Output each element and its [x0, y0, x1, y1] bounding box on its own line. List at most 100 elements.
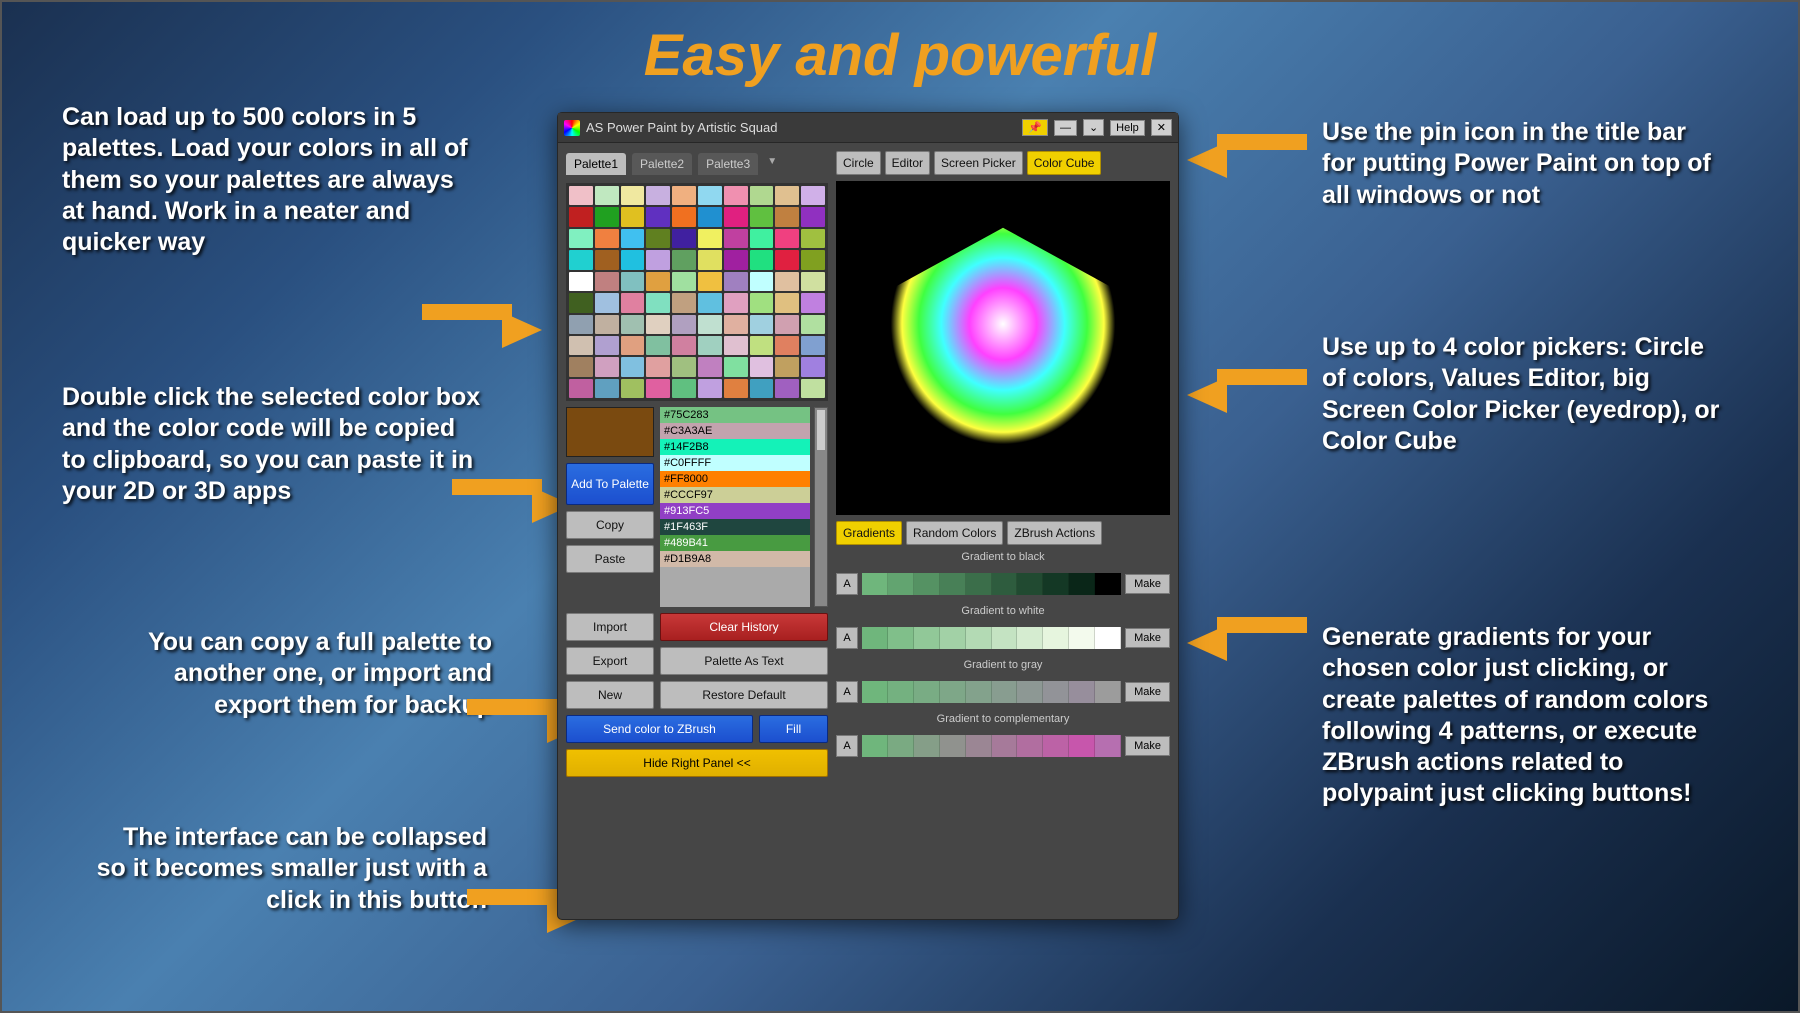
history-item[interactable]: #CCCF97 — [660, 487, 810, 503]
palette-swatch[interactable] — [698, 186, 722, 205]
hide-panel-button[interactable]: Hide Right Panel << — [566, 749, 828, 777]
picker-tab-editor[interactable]: Editor — [885, 151, 930, 175]
palette-swatch[interactable] — [621, 186, 645, 205]
palette-swatch[interactable] — [750, 272, 774, 291]
history-item[interactable]: #C0FFFF — [660, 455, 810, 471]
palette-swatch[interactable] — [801, 229, 825, 248]
palette-swatch[interactable] — [698, 272, 722, 291]
palette-swatch[interactable] — [775, 207, 799, 226]
history-item[interactable]: #75C283 — [660, 407, 810, 423]
palette-swatch[interactable] — [569, 207, 593, 226]
palette-swatch[interactable] — [646, 186, 670, 205]
palette-as-text-button[interactable]: Palette As Text — [660, 647, 828, 675]
palette-swatch[interactable] — [621, 250, 645, 269]
minimize-button[interactable]: — — [1054, 120, 1077, 136]
palette-swatch[interactable] — [646, 229, 670, 248]
copy-button[interactable]: Copy — [566, 511, 654, 539]
palette-swatch[interactable] — [646, 357, 670, 376]
palette-swatch[interactable] — [801, 336, 825, 355]
palette-swatch[interactable] — [724, 357, 748, 376]
palette-swatch[interactable] — [672, 207, 696, 226]
palette-swatch[interactable] — [801, 207, 825, 226]
palette-swatch[interactable] — [750, 207, 774, 226]
palette-swatch[interactable] — [595, 315, 619, 334]
palette-swatch[interactable] — [775, 229, 799, 248]
pin-button[interactable]: 📌 — [1022, 119, 1048, 136]
palette-swatch[interactable] — [672, 272, 696, 291]
export-button[interactable]: Export — [566, 647, 654, 675]
palette-swatch[interactable] — [646, 207, 670, 226]
palette-swatch[interactable] — [750, 336, 774, 355]
palette-swatch[interactable] — [775, 357, 799, 376]
gradient-bar[interactable] — [862, 735, 1121, 757]
palette-swatch[interactable] — [724, 207, 748, 226]
palette-swatch[interactable] — [724, 229, 748, 248]
palette-swatch[interactable] — [672, 336, 696, 355]
palette-swatch[interactable] — [595, 186, 619, 205]
palette-swatch[interactable] — [750, 186, 774, 205]
picker-tab-screen[interactable]: Screen Picker — [934, 151, 1023, 175]
palette-swatch[interactable] — [698, 207, 722, 226]
palette-swatch[interactable] — [672, 250, 696, 269]
tab-palette1[interactable]: Palette1 — [566, 153, 626, 175]
palette-swatch[interactable] — [569, 293, 593, 312]
palette-swatch[interactable] — [698, 336, 722, 355]
palette-swatch[interactable] — [801, 186, 825, 205]
palette-swatch[interactable] — [724, 379, 748, 398]
palette-swatch[interactable] — [801, 293, 825, 312]
help-expand-icon[interactable]: ⌄ — [1083, 119, 1104, 136]
selected-color-box[interactable] — [566, 407, 654, 457]
palette-swatch[interactable] — [672, 379, 696, 398]
history-item[interactable]: #489B41 — [660, 535, 810, 551]
palette-swatch[interactable] — [775, 272, 799, 291]
palette-swatch[interactable] — [801, 357, 825, 376]
palette-swatch[interactable] — [801, 315, 825, 334]
palette-swatch[interactable] — [698, 250, 722, 269]
palette-swatch[interactable] — [621, 336, 645, 355]
palette-swatch[interactable] — [595, 379, 619, 398]
palette-swatch[interactable] — [775, 186, 799, 205]
gradient-a-button[interactable]: A — [836, 573, 858, 595]
palette-swatch[interactable] — [621, 229, 645, 248]
gradient-make-button[interactable]: Make — [1125, 574, 1170, 594]
palette-swatch[interactable] — [750, 293, 774, 312]
gradient-a-button[interactable]: A — [836, 627, 858, 649]
palette-swatch[interactable] — [569, 379, 593, 398]
history-list[interactable]: #75C283#C3A3AE#14F2B8#C0FFFF#FF8000#CCCF… — [660, 407, 810, 607]
palette-swatch[interactable] — [698, 293, 722, 312]
history-item[interactable]: #14F2B8 — [660, 439, 810, 455]
history-item[interactable]: #1F463F — [660, 519, 810, 535]
restore-default-button[interactable]: Restore Default — [660, 681, 828, 709]
palette-swatch[interactable] — [569, 336, 593, 355]
close-button[interactable]: ✕ — [1151, 119, 1172, 136]
palette-swatch[interactable] — [595, 229, 619, 248]
action-tab-zbrush[interactable]: ZBrush Actions — [1007, 521, 1102, 545]
palette-swatch[interactable] — [724, 315, 748, 334]
palette-swatch[interactable] — [775, 379, 799, 398]
action-tab-gradients[interactable]: Gradients — [836, 521, 902, 545]
palette-swatch[interactable] — [801, 250, 825, 269]
send-to-zbrush-button[interactable]: Send color to ZBrush — [566, 715, 753, 743]
import-button[interactable]: Import — [566, 613, 654, 641]
palette-swatch[interactable] — [698, 357, 722, 376]
palette-swatch[interactable] — [672, 186, 696, 205]
palette-grid[interactable] — [566, 183, 828, 401]
history-item[interactable]: #C3A3AE — [660, 423, 810, 439]
palette-swatch[interactable] — [698, 379, 722, 398]
palette-swatch[interactable] — [672, 315, 696, 334]
picker-tab-circle[interactable]: Circle — [836, 151, 881, 175]
palette-swatch[interactable] — [775, 315, 799, 334]
palette-swatch[interactable] — [569, 315, 593, 334]
palette-swatch[interactable] — [569, 186, 593, 205]
gradient-make-button[interactable]: Make — [1125, 682, 1170, 702]
gradient-make-button[interactable]: Make — [1125, 628, 1170, 648]
palette-swatch[interactable] — [621, 272, 645, 291]
palette-swatch[interactable] — [750, 379, 774, 398]
palette-swatch[interactable] — [595, 272, 619, 291]
palette-swatch[interactable] — [569, 229, 593, 248]
tab-palette3[interactable]: Palette3 — [698, 153, 758, 175]
palette-swatch[interactable] — [595, 207, 619, 226]
palette-swatch[interactable] — [621, 293, 645, 312]
palette-swatch[interactable] — [646, 250, 670, 269]
more-palettes-icon[interactable]: ▼ — [764, 156, 780, 172]
